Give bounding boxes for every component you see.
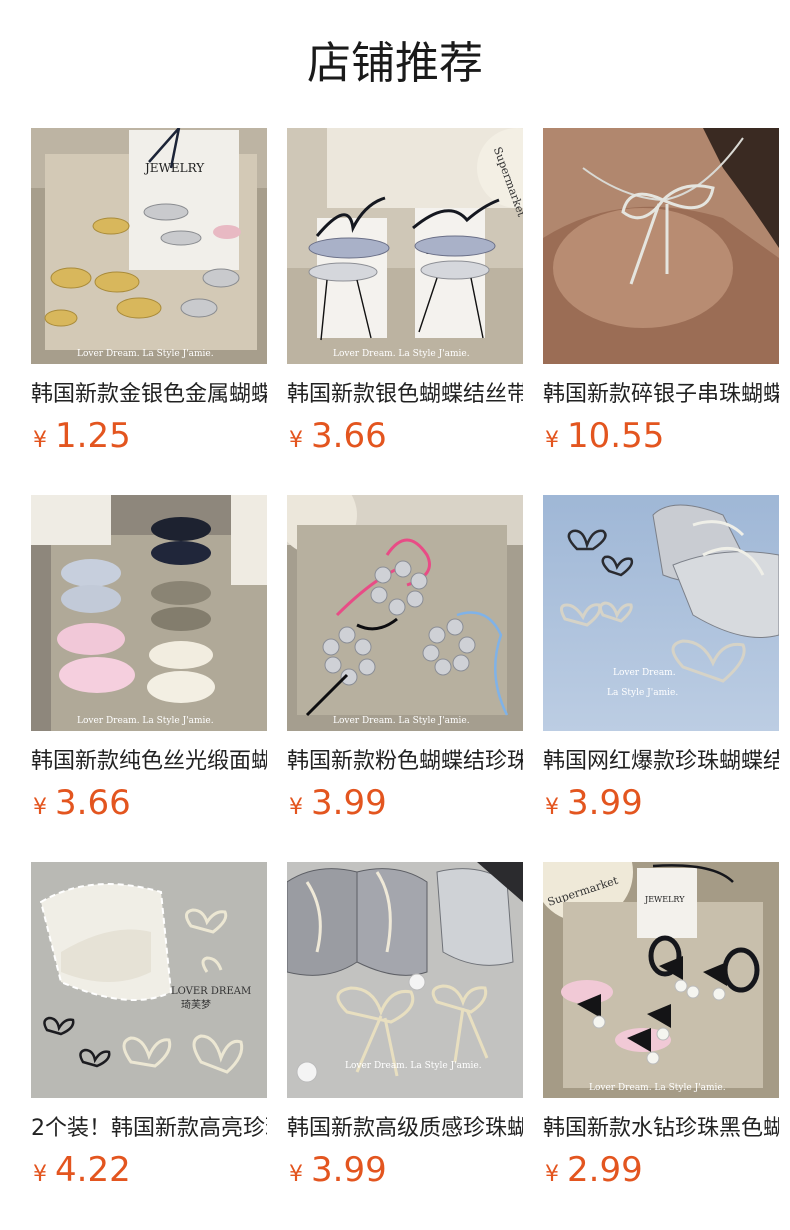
watermark: Lover Dream. La Style J'amie.: [333, 349, 470, 359]
product-price: ¥3.99: [289, 1150, 387, 1190]
product-image[interactable]: Lover Dream. La Style J'amie.: [287, 495, 523, 731]
product-name[interactable]: 韩国新款粉色蝴蝶结珍珠发圈: [287, 747, 523, 777]
price-amount: 3.99: [311, 783, 387, 823]
product-card[interactable]: JEWELRY Lover Dream. La Style J'amie. 韩国…: [31, 128, 267, 456]
product-card[interactable]: 韩国新款碎银子串珠蝴蝶结项链 ¥10.55: [543, 128, 779, 456]
product-card[interactable]: Lover Dream. La Style J'amie. 韩国网红爆款珍珠蝴蝶…: [543, 495, 779, 823]
product-name[interactable]: 韩国新款纯色丝光缎面蝴蝶结: [31, 747, 267, 777]
currency-symbol: ¥: [289, 1162, 303, 1187]
watermark: Lover Dream. La Style J'amie.: [333, 716, 470, 726]
product-card[interactable]: Lover Dream. La Style J'amie. 韩国新款纯色丝光缎面…: [31, 495, 267, 823]
product-name[interactable]: 韩国网红爆款珍珠蝴蝶结鞋扣: [543, 747, 779, 777]
product-image[interactable]: Supermarket JEWELRY Lover Dream. La Styl…: [287, 128, 523, 364]
product-price: ¥10.55: [545, 416, 664, 456]
watermark-line-2: 琦芙梦: [181, 998, 211, 1011]
product-price: ¥3.66: [289, 416, 387, 456]
product-price: ¥2.99: [545, 1150, 643, 1190]
watermark: Lover Dream. La Style J'amie.: [345, 1061, 482, 1071]
jewelry-tag-text: JEWELRY: [644, 895, 685, 904]
jewelry-tag-text: JEWELRY: [143, 161, 205, 175]
page-title: 店铺推荐: [307, 38, 483, 89]
product-price: ¥3.66: [33, 783, 131, 823]
product-name[interactable]: 韩国新款水钻珍珠黑色蝴蝶结: [543, 1114, 779, 1144]
product-image[interactable]: Supermarket JEWELRY Lover Dream. La Styl…: [543, 862, 779, 1098]
watermark: Lover Dream. La Style J'amie.: [77, 716, 214, 726]
product-name[interactable]: 2个装！韩国新款高亮珍珠鞋带: [31, 1114, 267, 1144]
product-card[interactable]: Supermarket JEWELRY Lover Dream. La Styl…: [287, 128, 523, 456]
product-image[interactable]: Lover Dream. La Style J'amie.: [287, 862, 523, 1098]
watermark: LOVER DREAM: [171, 986, 251, 997]
currency-symbol: ¥: [289, 795, 303, 820]
watermark: Lover Dream. La Style J'amie.: [589, 1083, 726, 1093]
currency-symbol: ¥: [33, 1162, 47, 1187]
product-name[interactable]: 韩国新款碎银子串珠蝴蝶结项链: [543, 380, 779, 410]
product-price: ¥3.99: [289, 783, 387, 823]
product-name[interactable]: 韩国新款金银色金属蝴蝶结发夹: [31, 380, 267, 410]
product-card[interactable]: LOVER DREAM 琦芙梦 2个装！韩国新款高亮珍珠鞋带 ¥4.22: [31, 862, 267, 1190]
currency-symbol: ¥: [33, 428, 47, 453]
price-amount: 3.99: [311, 1150, 387, 1190]
product-card[interactable]: Supermarket JEWELRY Lover Dream. La Styl…: [543, 862, 779, 1190]
price-amount: 10.55: [567, 416, 665, 456]
price-amount: 3.66: [311, 416, 387, 456]
product-card[interactable]: Lover Dream. La Style J'amie. 韩国新款粉色蝴蝶结珍…: [287, 495, 523, 823]
product-price: ¥3.99: [545, 783, 643, 823]
currency-symbol: ¥: [33, 795, 47, 820]
product-image[interactable]: JEWELRY Lover Dream. La Style J'amie.: [31, 128, 267, 364]
watermark: Lover Dream. La Style J'amie.: [77, 349, 214, 359]
product-image[interactable]: [543, 128, 779, 364]
watermark: Lover Dream.: [613, 668, 676, 678]
product-image[interactable]: Lover Dream. La Style J'amie.: [31, 495, 267, 731]
product-name[interactable]: 韩国新款银色蝴蝶结丝带发夹: [287, 380, 523, 410]
price-amount: 1.25: [55, 416, 131, 456]
product-image[interactable]: Lover Dream. La Style J'amie.: [543, 495, 779, 731]
currency-symbol: ¥: [545, 428, 559, 453]
currency-symbol: ¥: [289, 428, 303, 453]
currency-symbol: ¥: [545, 1162, 559, 1187]
price-amount: 3.66: [55, 783, 131, 823]
price-amount: 3.99: [567, 783, 643, 823]
product-name[interactable]: 韩国新款高级质感珍珠蝴蝶结: [287, 1114, 523, 1144]
currency-symbol: ¥: [545, 795, 559, 820]
price-amount: 4.22: [55, 1150, 131, 1190]
product-grid: JEWELRY Lover Dream. La Style J'amie. 韩国…: [31, 128, 790, 1190]
watermark-line-2: La Style J'amie.: [607, 688, 678, 698]
product-price: ¥1.25: [33, 416, 131, 456]
price-amount: 2.99: [567, 1150, 643, 1190]
product-price: ¥4.22: [33, 1150, 131, 1190]
product-card[interactable]: Lover Dream. La Style J'amie. 韩国新款高级质感珍珠…: [287, 862, 523, 1190]
product-image[interactable]: LOVER DREAM 琦芙梦: [31, 862, 267, 1098]
